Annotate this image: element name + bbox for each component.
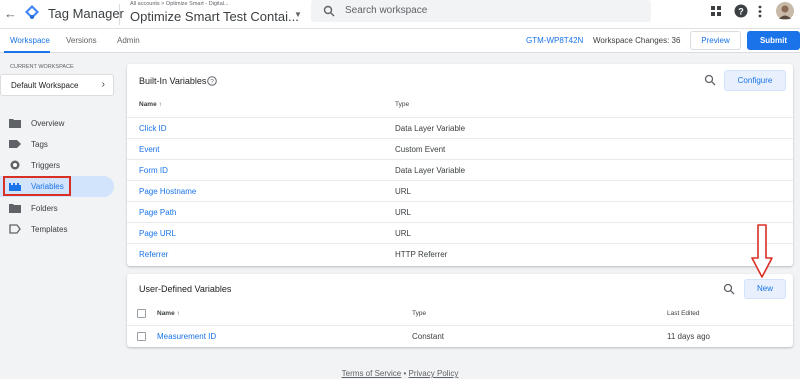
table-row: Measurement ID Constant 11 days ago — [127, 325, 793, 346]
sidebar-item-label: Triggers — [31, 161, 61, 170]
variable-name-link[interactable]: Page Path — [139, 208, 176, 217]
variable-name-link[interactable]: Page Hostname — [139, 187, 196, 196]
top-bar: ← Tag Manager All accounts > Optimize Sm… — [0, 0, 800, 29]
sidebar-item-label: Overview — [31, 119, 65, 128]
column-header-name[interactable]: Name ↑ — [139, 101, 162, 108]
container-selector[interactable]: Optimize Smart Test Contai... — [130, 9, 299, 24]
search-input[interactable]: Search workspace — [345, 5, 427, 16]
sidebar-item-overview[interactable]: Overview — [0, 113, 114, 134]
tag-icon — [9, 140, 21, 148]
card-title: Built-In Variables — [139, 76, 207, 86]
privacy-policy-link[interactable]: Privacy Policy — [409, 369, 459, 378]
table-row: Form ID Data Layer Variable — [127, 159, 793, 180]
terms-of-service-link[interactable]: Terms of Service — [342, 369, 402, 378]
sidebar-item-triggers[interactable]: Triggers — [0, 155, 114, 176]
sidebar-item-templates[interactable]: Templates — [0, 219, 114, 240]
workspace-name: Default Workspace — [11, 81, 79, 90]
svg-text:?: ? — [210, 79, 214, 86]
highlight-box — [3, 176, 71, 196]
row-checkbox[interactable] — [137, 332, 146, 341]
user-defined-variables-card: User-Defined Variables New Name ↑ Type L… — [127, 274, 793, 347]
search-icon[interactable] — [704, 74, 716, 86]
variable-type: URL — [395, 208, 412, 217]
account-breadcrumb[interactable]: All accounts > Optimize Smart - Digital.… — [130, 1, 229, 7]
sidebar-item-tags[interactable]: Tags — [0, 134, 114, 155]
trigger-icon — [10, 160, 20, 170]
table-row: Page Hostname URL — [127, 180, 793, 201]
submit-button[interactable]: Submit — [747, 31, 800, 50]
help-outline-icon[interactable]: ? — [207, 76, 217, 86]
tab-workspace[interactable]: Workspace — [10, 36, 50, 45]
app-title: Tag Manager — [48, 6, 124, 21]
folder-icon — [9, 204, 21, 213]
tab-versions[interactable]: Versions — [66, 36, 97, 45]
variable-name-link[interactable]: Event — [139, 145, 159, 154]
sidebar-item-label: Templates — [31, 225, 68, 234]
tag-manager-logo — [25, 5, 39, 19]
table-row: Page URL URL — [127, 222, 793, 243]
sidebar-item-label: Tags — [31, 140, 48, 149]
column-header-name[interactable]: Name ↑ — [157, 310, 180, 317]
sidebar-item-label: Folders — [31, 204, 58, 213]
workspace-changes: Workspace Changes: 36 — [593, 36, 681, 45]
variable-name-link[interactable]: Form ID — [139, 166, 168, 175]
help-icon[interactable]: ? — [734, 4, 748, 18]
variable-type: Custom Event — [395, 145, 446, 154]
search-icon[interactable] — [723, 283, 735, 295]
container-id-link[interactable]: GTM-WP8T42N — [526, 36, 583, 45]
variable-type: HTTP Referrer — [395, 250, 448, 259]
active-tab-indicator — [4, 51, 50, 53]
variable-type: URL — [395, 229, 412, 238]
arrow-back-icon[interactable]: ← — [4, 6, 17, 21]
column-header-type[interactable]: Type — [395, 101, 409, 108]
column-header-last-edited[interactable]: Last Edited — [667, 310, 700, 317]
card-title: User-Defined Variables — [139, 284, 232, 294]
table-row: Page Path URL — [127, 201, 793, 222]
apps-grid-icon[interactable] — [711, 6, 722, 17]
workspace-selector[interactable]: Default Workspace › — [0, 74, 114, 96]
new-variable-button[interactable]: New — [744, 279, 786, 299]
table-row: Click ID Data Layer Variable — [127, 117, 793, 138]
folder-icon — [9, 119, 21, 128]
more-vert-icon[interactable] — [758, 5, 762, 18]
variable-type: Data Layer Variable — [395, 166, 466, 175]
search-icon — [323, 5, 335, 17]
built-in-variables-card: Built-In Variables ? Configure Name ↑ Ty… — [127, 64, 793, 266]
caret-down-icon[interactable]: ▼ — [294, 10, 302, 19]
column-header-type[interactable]: Type — [412, 310, 426, 317]
tab-admin[interactable]: Admin — [117, 36, 140, 45]
table-row: Event Custom Event — [127, 138, 793, 159]
variable-type: Data Layer Variable — [395, 124, 466, 133]
sidebar-item-folders[interactable]: Folders — [0, 198, 114, 219]
variable-type: URL — [395, 187, 412, 196]
divider — [119, 4, 120, 25]
search-bar[interactable]: Search workspace — [311, 0, 651, 22]
variable-name-link[interactable]: Measurement ID — [157, 332, 216, 341]
chevron-right-icon: › — [101, 79, 105, 90]
variable-name-link[interactable]: Page URL — [139, 229, 176, 238]
avatar[interactable] — [776, 2, 794, 20]
svg-text:?: ? — [738, 7, 744, 17]
variable-type: Constant — [412, 332, 445, 341]
current-workspace-label: CURRENT WORKSPACE — [10, 64, 74, 70]
footer-separator: • — [403, 369, 407, 378]
select-all-checkbox[interactable] — [137, 309, 146, 318]
table-row: Referrer HTTP Referrer — [127, 243, 793, 264]
annotation-arrow-icon — [751, 224, 773, 278]
configure-button[interactable]: Configure — [724, 70, 786, 91]
last-edited: 11 days ago — [667, 332, 710, 341]
variable-name-link[interactable]: Click ID — [139, 124, 167, 133]
preview-button[interactable]: Preview — [690, 31, 741, 50]
template-icon — [9, 224, 21, 234]
variable-name-link[interactable]: Referrer — [139, 250, 168, 259]
footer: Terms of Service • Privacy Policy — [0, 369, 800, 378]
